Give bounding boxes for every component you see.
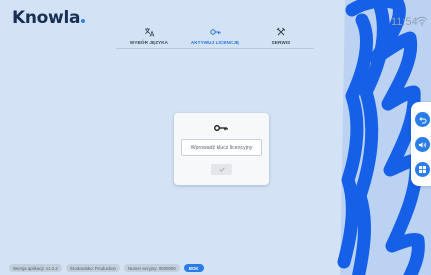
tab-activate-license[interactable]: AKTYWUJ LICENCJĘ xyxy=(182,26,248,49)
bok-button[interactable]: BOK xyxy=(183,264,204,272)
key-icon xyxy=(209,26,221,37)
license-panel xyxy=(174,113,269,185)
app-screen: Knowla 11:54 WYBÓR JĘZYKA AKTYWUJ LICENC… xyxy=(0,0,431,275)
undo-button[interactable] xyxy=(415,112,430,127)
app-logo: Knowla xyxy=(12,8,86,28)
tab-service[interactable]: SERWIS xyxy=(248,26,314,48)
tab-language[interactable]: WYBÓR JĘZYKA xyxy=(116,26,182,48)
side-toolbar xyxy=(411,102,431,186)
confirm-license-button[interactable] xyxy=(211,164,232,175)
environment-badge: Środowisko: Production xyxy=(65,264,120,272)
tab-language-label: WYBÓR JĘZYKA xyxy=(129,40,169,45)
app-version-badge: Wersja aplikacji: v1.2.2 xyxy=(9,264,62,272)
check-icon xyxy=(218,167,225,172)
windows-button[interactable] xyxy=(415,162,430,177)
settings-tabs: WYBÓR JĘZYKA AKTYWUJ LICENCJĘ SERWIS xyxy=(116,26,314,49)
logo-dot xyxy=(81,19,86,23)
logo-text: Knowla xyxy=(12,8,81,28)
tabs-divider xyxy=(116,48,314,49)
key-icon xyxy=(214,125,228,131)
undo-icon xyxy=(418,116,426,123)
tab-service-label: SERWIS xyxy=(271,40,291,45)
status-time: 11:54 xyxy=(391,16,418,28)
serial-number-badge: Numer seryjny: 0000000 xyxy=(123,264,180,272)
license-key-input[interactable] xyxy=(181,139,262,156)
tools-icon xyxy=(276,26,286,37)
footer-status-bar: Wersja aplikacji: v1.2.2 Środowisko: Pro… xyxy=(9,264,204,272)
windows-icon xyxy=(419,166,426,173)
tab-activate-license-label: AKTYWUJ LICENCJĘ xyxy=(190,40,240,45)
wifi-icon xyxy=(416,16,428,26)
translate-icon xyxy=(144,26,155,37)
volume-button[interactable] xyxy=(415,137,430,152)
volume-icon xyxy=(419,141,427,148)
